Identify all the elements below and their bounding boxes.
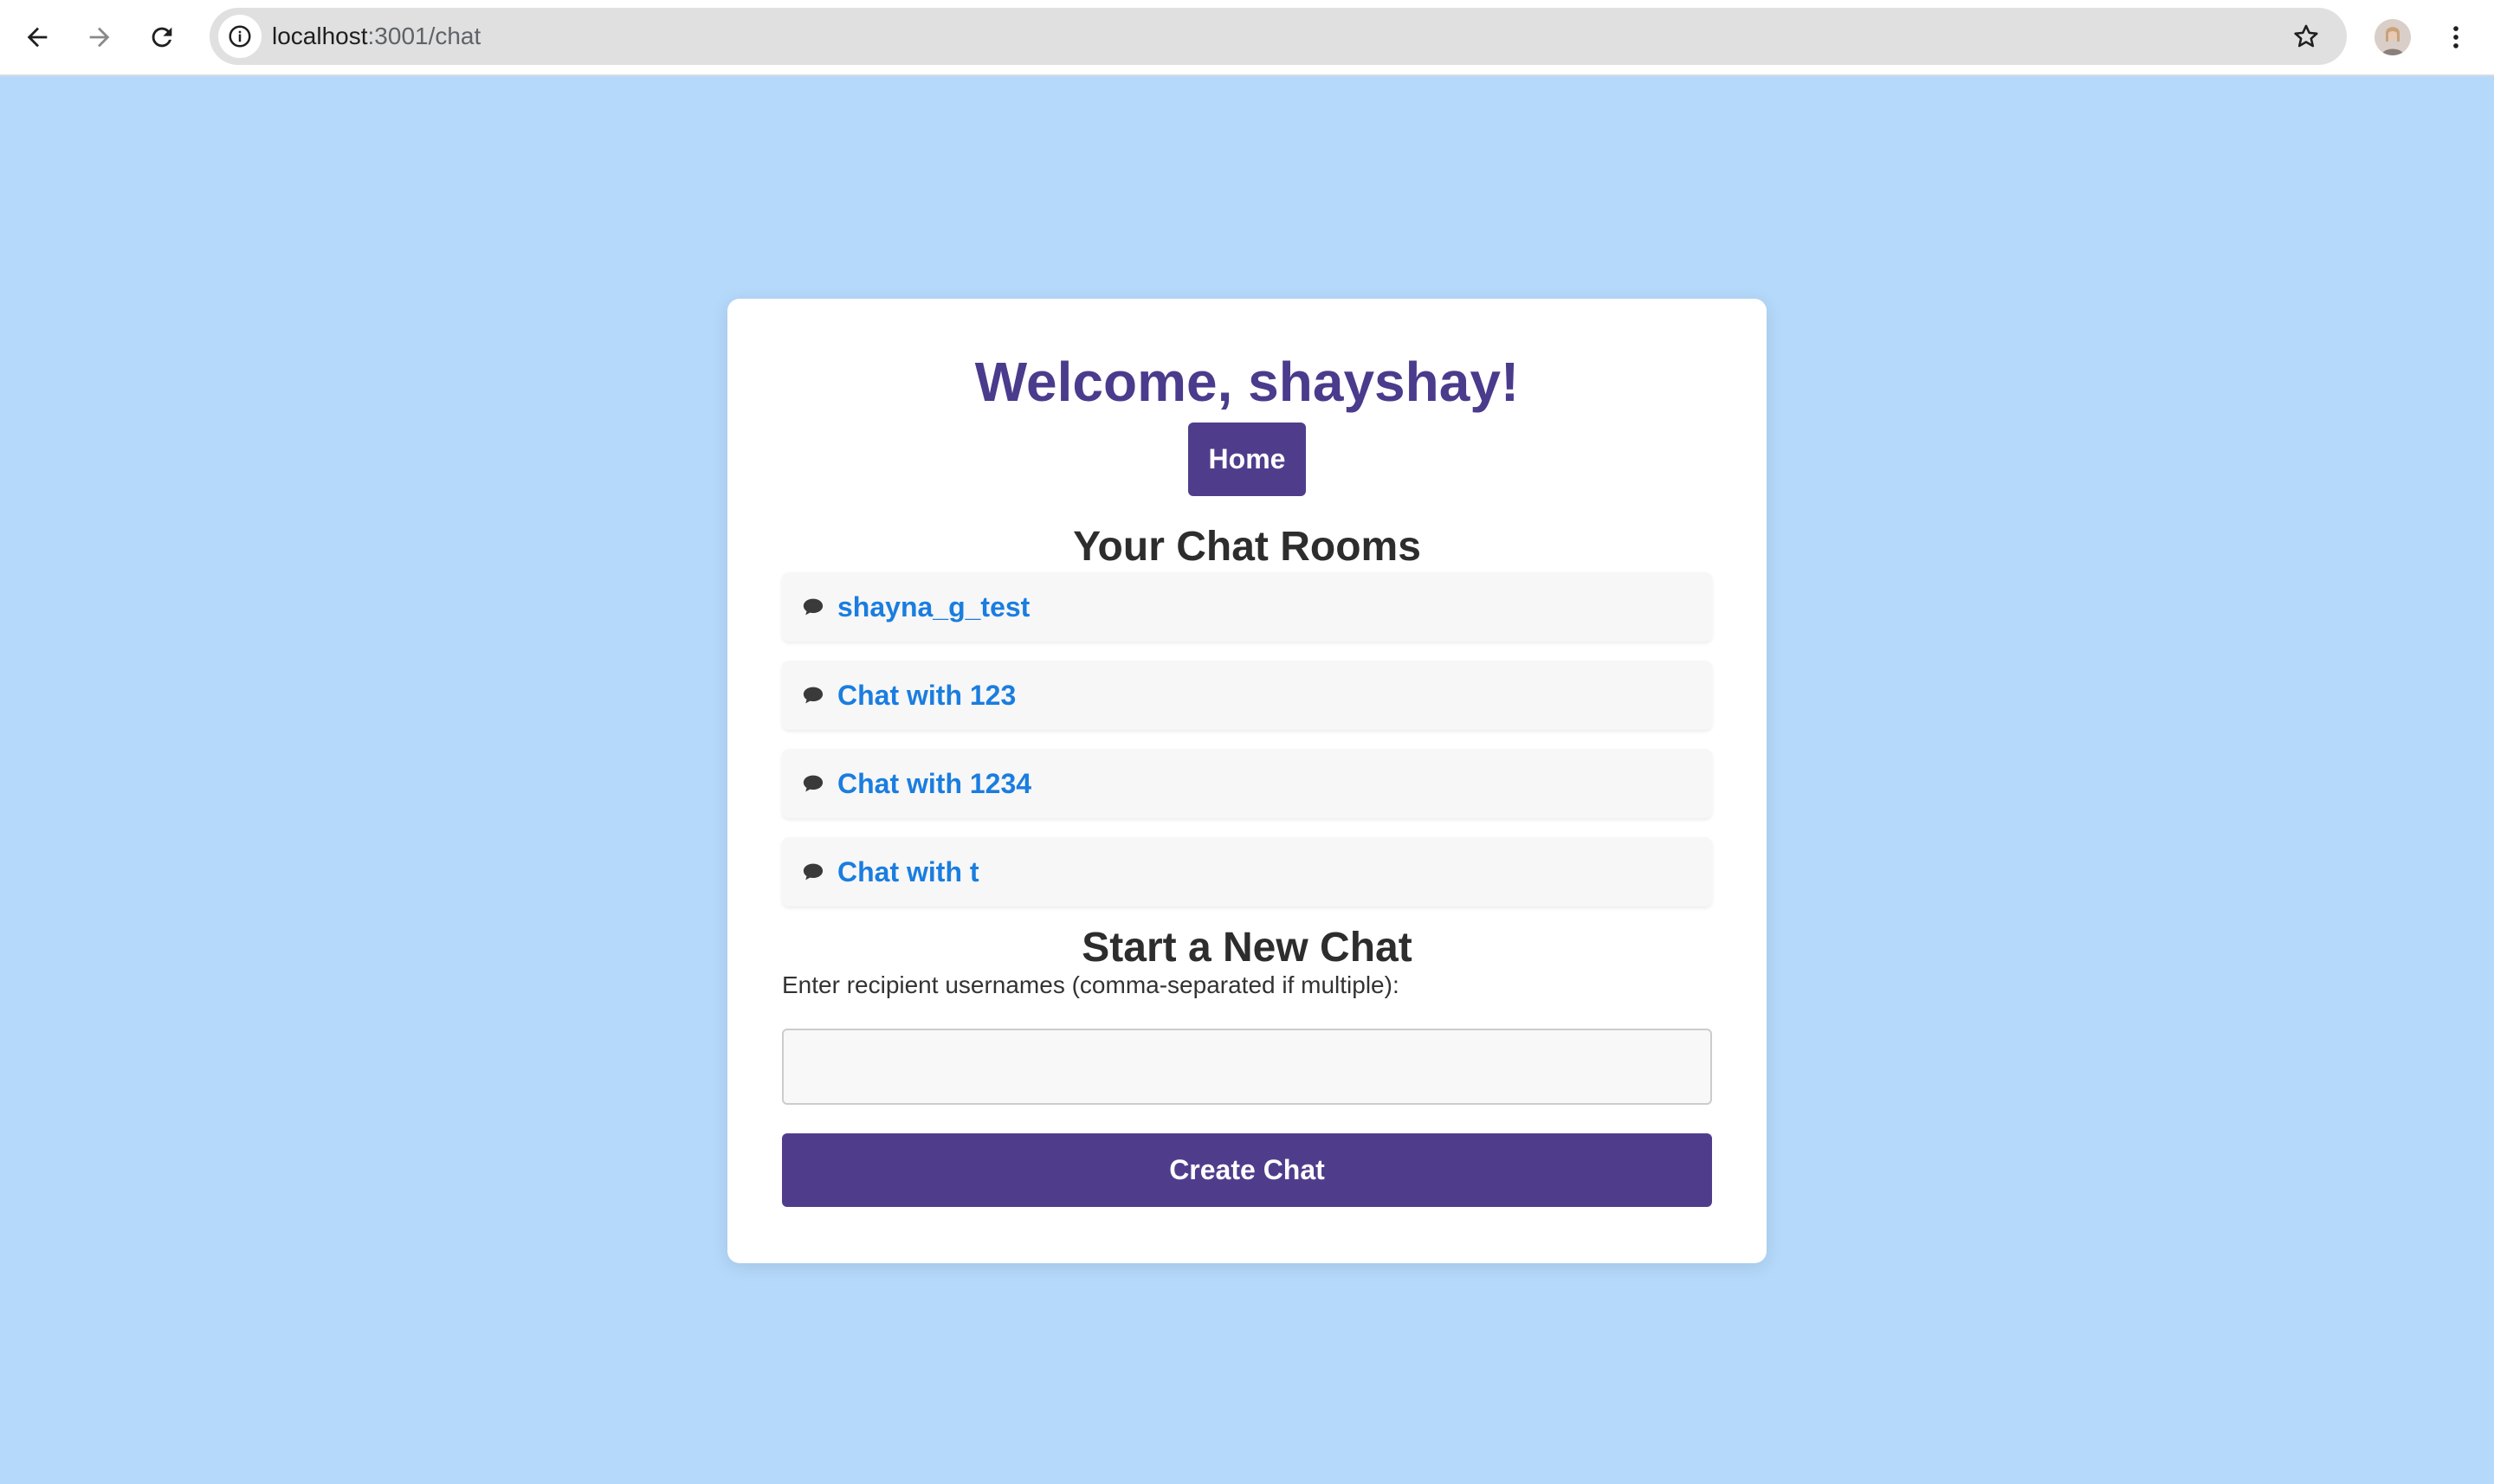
url-host: localhost	[272, 23, 368, 49]
create-chat-button[interactable]: Create Chat	[782, 1133, 1712, 1207]
reload-button[interactable]	[140, 16, 184, 59]
chat-room-item[interactable]: shayna_g_test	[782, 572, 1712, 642]
chat-room-link[interactable]: Chat with t	[837, 856, 979, 888]
back-button[interactable]	[16, 16, 59, 59]
browser-menu-button[interactable]	[2439, 16, 2473, 59]
chat-room-link[interactable]: shayna_g_test	[837, 591, 1030, 623]
speech-bubble-icon	[801, 594, 827, 620]
forward-button[interactable]	[78, 16, 121, 59]
speech-bubble-icon	[801, 771, 827, 797]
speech-bubble-icon	[801, 682, 827, 708]
arrow-left-icon	[27, 27, 48, 48]
profile-photo-icon	[2374, 19, 2411, 55]
chat-room-item[interactable]: Chat with 1234	[782, 749, 1712, 818]
more-vert-icon	[2453, 26, 2458, 48]
url-text: localhost:3001/chat	[272, 8, 481, 65]
recipient-label: Enter recipient usernames (comma-separat…	[782, 971, 1399, 998]
chat-room-link[interactable]: Chat with 1234	[837, 768, 1031, 800]
profile-avatar[interactable]	[2374, 19, 2411, 55]
chat-room-link[interactable]: Chat with 123	[837, 680, 1016, 712]
site-info-button[interactable]	[218, 15, 262, 58]
arrow-right-icon	[89, 27, 110, 48]
address-bar[interactable]: localhost:3001/chat	[210, 8, 2347, 65]
url-path: :3001/chat	[367, 23, 481, 49]
star-icon	[2294, 24, 2318, 48]
recipient-input[interactable]	[782, 1029, 1712, 1105]
new-chat-heading: Start a New Chat	[1082, 925, 1412, 971]
welcome-heading: Welcome, shayshay!	[974, 351, 1520, 413]
browser-toolbar: localhost:3001/chat	[0, 0, 2494, 76]
reload-icon	[152, 27, 172, 48]
speech-bubble-icon	[801, 859, 827, 885]
home-button[interactable]: Home	[1188, 423, 1306, 496]
chat-room-item[interactable]: Chat with 123	[782, 661, 1712, 730]
bookmark-button[interactable]	[2286, 16, 2326, 56]
chat-room-item[interactable]: Chat with t	[782, 837, 1712, 907]
chat-rooms-heading: Your Chat Rooms	[1073, 524, 1421, 570]
info-icon	[229, 25, 251, 48]
chat-card: Welcome, shayshay! Home Your Chat Rooms …	[727, 299, 1767, 1263]
